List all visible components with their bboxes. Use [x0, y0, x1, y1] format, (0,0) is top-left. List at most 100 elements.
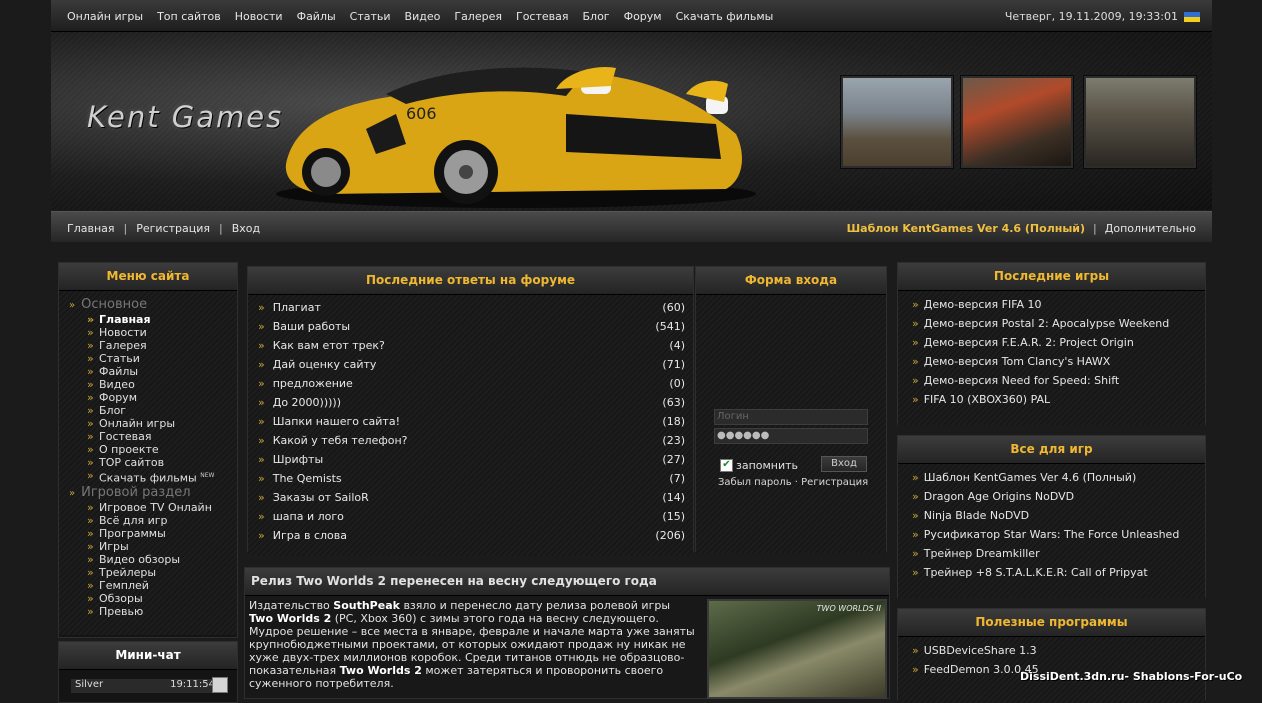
forum-row[interactable]: Ваши работы (541): [248, 317, 693, 336]
topnav-video[interactable]: Видео: [405, 10, 441, 23]
menu-item-video-reviews[interactable]: Видео обзоры: [69, 553, 237, 566]
latest-game-item[interactable]: Демо-версия Need for Speed: Shift: [898, 371, 1205, 390]
forum-row[interactable]: Плагиат (60): [248, 298, 693, 317]
header-thumbnail-3[interactable]: [1083, 75, 1197, 169]
menu-item-forum[interactable]: Форум: [69, 391, 237, 404]
forum-topic[interactable]: Дай оценку сайту: [258, 355, 377, 374]
forum-row[interactable]: Игра в слова (206): [248, 526, 693, 545]
program-item[interactable]: USBDeviceShare 1.3: [898, 641, 1205, 660]
forum-row[interactable]: Шапки нашего сайта! (18): [248, 412, 693, 431]
for-games-item[interactable]: Трейнер Dreamkiller: [898, 544, 1205, 563]
news-image[interactable]: TWO WORLDS II: [707, 599, 887, 699]
menu-item-files[interactable]: Файлы: [69, 365, 237, 378]
header-thumbnail-2[interactable]: [960, 75, 1074, 169]
chat-scroll-up-button[interactable]: [212, 677, 228, 693]
forum-topic[interactable]: предложение: [258, 374, 353, 393]
menu-group-main[interactable]: » Основное: [69, 297, 237, 313]
forum-count: (18): [662, 415, 685, 428]
topnav-blog[interactable]: Блог: [583, 10, 610, 23]
password-input[interactable]: ●●●●●●: [714, 428, 868, 444]
forum-row[interactable]: The Qemists (7): [248, 469, 693, 488]
topnav-files[interactable]: Файлы: [297, 10, 336, 23]
news-title[interactable]: Релиз Two Worlds 2 перенесен на весну сл…: [245, 568, 889, 596]
topnav-gallery[interactable]: Галерея: [454, 10, 502, 23]
forum-topic[interactable]: Ваши работы: [258, 317, 350, 336]
menu-item-top-sites[interactable]: TOP сайтов: [69, 456, 237, 469]
separator: |: [219, 222, 223, 235]
forum-row[interactable]: Какой у тебя телефон? (23): [248, 431, 693, 450]
for-games-item[interactable]: Русификатор Star Wars: The Force Unleash…: [898, 525, 1205, 544]
news-text: Издательство SouthPeak взяло и перенесло…: [249, 599, 697, 690]
menu-item-video[interactable]: Видео: [69, 378, 237, 391]
chat-user[interactable]: Silver: [75, 679, 103, 693]
menu-item-guestbook[interactable]: Гостевая: [69, 430, 237, 443]
menu-item-blog[interactable]: Блог: [69, 404, 237, 417]
topnav-news[interactable]: Новости: [235, 10, 283, 23]
menu-item-trailers[interactable]: Трейлеры: [69, 566, 237, 579]
menu-item-movies[interactable]: Скачать фильмы NEW: [69, 469, 237, 485]
subnav-login[interactable]: Вход: [232, 222, 260, 235]
menu-item-programs[interactable]: Программы: [69, 527, 237, 540]
menu-group-label: Основное: [81, 297, 148, 312]
forum-count: (206): [655, 529, 685, 542]
remember-checkbox[interactable]: ✔: [720, 459, 733, 472]
forum-row[interactable]: предложение (0): [248, 374, 693, 393]
chat-message: Silver 19:11:54: [71, 679, 219, 693]
template-link[interactable]: Шаблон KentGames Ver 4.6 (Полный): [847, 222, 1085, 235]
site-logo[interactable]: Kent Games: [87, 100, 283, 134]
forum-topic[interactable]: Игра в слова: [258, 526, 347, 545]
login-button[interactable]: Вход: [821, 456, 867, 472]
menu-item-reviews[interactable]: Обзоры: [69, 592, 237, 605]
forum-topic[interactable]: The Qemists: [258, 469, 342, 488]
latest-game-item[interactable]: Демо-версия Postal 2: Apocalypse Weekend: [898, 314, 1205, 333]
register-link[interactable]: Регистрация: [801, 477, 868, 488]
topnav-top-sites[interactable]: Топ сайтов: [157, 10, 221, 23]
forum-topic[interactable]: До 2000))))): [258, 393, 341, 412]
menu-item-articles[interactable]: Статьи: [69, 352, 237, 365]
forum-row[interactable]: шапа и лого (15): [248, 507, 693, 526]
topnav-guestbook[interactable]: Гостевая: [516, 10, 569, 23]
menu-item-news[interactable]: Новости: [69, 326, 237, 339]
forum-topic[interactable]: Как вам етот трек?: [258, 336, 385, 355]
latest-game-item[interactable]: Демо-версия Tom Clancy's HAWX: [898, 352, 1205, 371]
forum-topic[interactable]: Шапки нашего сайта!: [258, 412, 400, 431]
menu-item-gallery[interactable]: Галерея: [69, 339, 237, 352]
menu-group-games[interactable]: » Игровой раздел: [69, 485, 237, 501]
for-games-item[interactable]: Шаблон KentGames Ver 4.6 (Полный): [898, 468, 1205, 487]
menu-item-gameplay[interactable]: Гемплей: [69, 579, 237, 592]
latest-game-item[interactable]: Демо-версия F.E.A.R. 2: Project Origin: [898, 333, 1205, 352]
menu-item-about[interactable]: О проекте: [69, 443, 237, 456]
for-games-item[interactable]: Трейнер +8 S.T.A.L.K.E.R: Call of Pripya…: [898, 563, 1205, 582]
for-games-item[interactable]: Ninja Blade NoDVD: [898, 506, 1205, 525]
header-thumbnail-1[interactable]: [840, 75, 954, 169]
login-input[interactable]: Логин: [714, 409, 868, 425]
menu-item-home[interactable]: Главная: [69, 313, 237, 326]
subnav-register[interactable]: Регистрация: [136, 222, 210, 235]
topnav-articles[interactable]: Статьи: [350, 10, 391, 23]
topnav-movies[interactable]: Скачать фильмы: [676, 10, 774, 23]
forum-topic[interactable]: шапа и лого: [258, 507, 344, 526]
latest-game-item[interactable]: Демо-версия FIFA 10: [898, 295, 1205, 314]
forum-topic[interactable]: Плагиат: [258, 298, 321, 317]
menu-item-for-games[interactable]: Всё для игр: [69, 514, 237, 527]
extra-link[interactable]: Дополнительно: [1105, 222, 1196, 235]
forum-count: (4): [669, 339, 685, 352]
forum-topic[interactable]: Заказы от SailoR: [258, 488, 369, 507]
menu-item-online-games[interactable]: Онлайн игры: [69, 417, 237, 430]
subnav-home[interactable]: Главная: [67, 222, 115, 235]
topnav-forum[interactable]: Форум: [624, 10, 662, 23]
menu-item-games[interactable]: Игры: [69, 540, 237, 553]
forum-topic[interactable]: Какой у тебя телефон?: [258, 431, 408, 450]
forgot-password-link[interactable]: Забыл пароль: [718, 477, 792, 488]
forum-row[interactable]: Заказы от SailoR (14): [248, 488, 693, 507]
forum-row[interactable]: Как вам етот трек? (4): [248, 336, 693, 355]
forum-row[interactable]: Шрифты (27): [248, 450, 693, 469]
menu-item-previews[interactable]: Превью: [69, 605, 237, 618]
topnav-online-games[interactable]: Онлайн игры: [67, 10, 143, 23]
forum-topic[interactable]: Шрифты: [258, 450, 323, 469]
for-games-item[interactable]: Dragon Age Origins NoDVD: [898, 487, 1205, 506]
menu-item-game-tv[interactable]: Игровое TV Онлайн: [69, 501, 237, 514]
forum-row[interactable]: Дай оценку сайту (71): [248, 355, 693, 374]
latest-game-item[interactable]: FIFA 10 (XBOX360) PAL: [898, 390, 1205, 409]
forum-row[interactable]: До 2000))))) (63): [248, 393, 693, 412]
